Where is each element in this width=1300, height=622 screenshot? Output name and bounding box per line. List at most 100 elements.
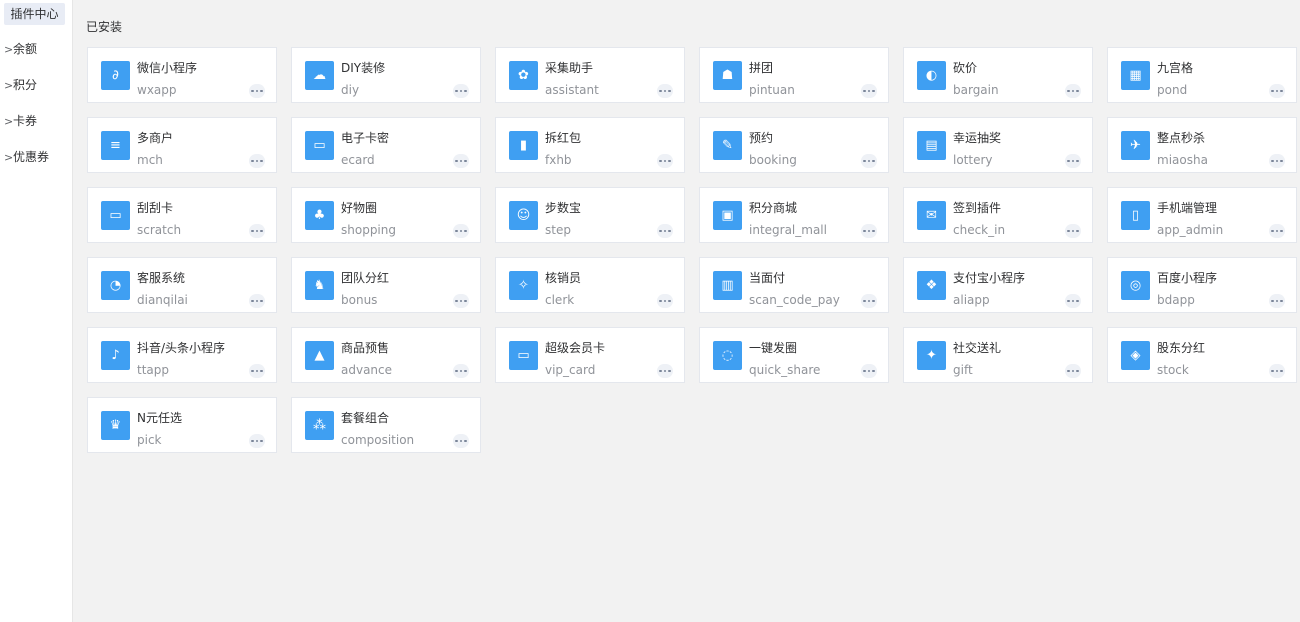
more-dot (459, 439, 463, 443)
more-dots-icon[interactable] (249, 364, 265, 378)
plugin-card-scratch[interactable]: ▭ 刮刮卡 scratch (87, 187, 277, 243)
plugin-card-gift[interactable]: ✦ 社交送礼 gift (903, 327, 1093, 383)
icon-glyph: ✉ (926, 208, 937, 223)
plugin-card-advance[interactable]: ▲ 商品预售 advance (291, 327, 481, 383)
more-dot (251, 89, 254, 93)
more-dots-icon[interactable] (1269, 364, 1285, 378)
plugin-card-aliapp[interactable]: ❖ 支付宝小程序 aliapp (903, 257, 1093, 313)
plugin-card-pond[interactable]: ▦ 九宫格 pond (1107, 47, 1297, 103)
plugin-name: 超级会员卡 (545, 341, 606, 355)
plugin-card-integral-mall[interactable]: ▣ 积分商城 integral_mall (699, 187, 889, 243)
plugin-card-shopping[interactable]: ♣ 好物圈 shopping (291, 187, 481, 243)
more-dots-icon[interactable] (1269, 154, 1285, 168)
more-dot (255, 159, 259, 163)
more-dot (1071, 89, 1075, 93)
more-dots-icon[interactable] (1065, 364, 1081, 378)
plugin-card-dianqilai[interactable]: ◔ 客服系统 dianqilai (87, 257, 277, 313)
mobile-admin-icon: ▯ (1121, 201, 1150, 230)
icon-glyph: ◐ (925, 68, 938, 83)
more-dots-icon[interactable] (1269, 294, 1285, 308)
more-dots-icon[interactable] (861, 84, 877, 98)
more-dots-icon[interactable] (453, 154, 469, 168)
plugin-card-app-admin[interactable]: ▯ 手机端管理 app_admin (1107, 187, 1297, 243)
plugin-card-scan-code-pay[interactable]: ▥ 当面付 scan_code_pay (699, 257, 889, 313)
plugin-card-wxapp[interactable]: ∂ 微信小程序 wxapp (87, 47, 277, 103)
plugin-name: 多商户 (137, 131, 174, 145)
more-dots-icon[interactable] (657, 364, 673, 378)
more-dot (872, 159, 875, 163)
more-dot (1280, 369, 1283, 373)
icon-glyph: ▭ (313, 138, 326, 153)
more-dot (663, 369, 667, 373)
plugin-card-booking[interactable]: ✎ 预约 booking (699, 117, 889, 173)
plugin-card-miaosha[interactable]: ✈ 整点秒杀 miaosha (1107, 117, 1297, 173)
plugin-card-vip-card[interactable]: ▭ 超级会员卡 vip_card (495, 327, 685, 383)
plugin-card-bargain[interactable]: ◐ 砍价 bargain (903, 47, 1093, 103)
more-dots-icon[interactable] (861, 224, 877, 238)
more-dots-icon[interactable] (657, 294, 673, 308)
more-dots-icon[interactable] (453, 224, 469, 238)
more-dots-icon[interactable] (249, 434, 265, 448)
plugin-card-fxhb[interactable]: ▮ 拆红包 fxhb (495, 117, 685, 173)
plugin-card-assistant[interactable]: ✿ 采集助手 assistant (495, 47, 685, 103)
plugin-card-clerk[interactable]: ✧ 核销员 clerk (495, 257, 685, 313)
plugin-card-mch[interactable]: ≡ 多商户 mch (87, 117, 277, 173)
booking-icon: ✎ (713, 131, 742, 160)
more-dots-icon[interactable] (657, 224, 673, 238)
plugin-card-ttapp[interactable]: ♪ 抖音/头条小程序 ttapp (87, 327, 277, 383)
more-dots-icon[interactable] (861, 364, 877, 378)
plugin-card-diy[interactable]: ☁ DIY装修 diy (291, 47, 481, 103)
more-dots-icon[interactable] (861, 294, 877, 308)
more-dot (668, 159, 671, 163)
plugin-card-pick[interactable]: ♛ N元任选 pick (87, 397, 277, 453)
more-dot (260, 369, 263, 373)
more-dots-icon[interactable] (453, 434, 469, 448)
more-dot (464, 369, 467, 373)
more-dots-icon[interactable] (249, 224, 265, 238)
sidebar-item-cards[interactable]: >卡券 (4, 110, 37, 132)
more-dot (668, 229, 671, 233)
multi-merchant-icon: ≡ (101, 131, 130, 160)
more-dot (455, 369, 458, 373)
plugin-card-ecard[interactable]: ▭ 电子卡密 ecard (291, 117, 481, 173)
sidebar-item-plugin-center[interactable]: 插件中心 (4, 3, 65, 25)
scratch-card-icon: ▭ (101, 201, 130, 230)
plugin-card-bonus[interactable]: ♞ 团队分红 bonus (291, 257, 481, 313)
more-dots-icon[interactable] (249, 84, 265, 98)
more-dots-icon[interactable] (249, 294, 265, 308)
more-dots-icon[interactable] (453, 364, 469, 378)
more-dots-icon[interactable] (861, 154, 877, 168)
plugin-card-bdapp[interactable]: ◎ 百度小程序 bdapp (1107, 257, 1297, 313)
plugin-card-composition[interactable]: ⁂ 套餐组合 composition (291, 397, 481, 453)
more-dots-icon[interactable] (1065, 224, 1081, 238)
more-dot (872, 299, 875, 303)
more-dots-icon[interactable] (1065, 154, 1081, 168)
more-dots-icon[interactable] (1065, 294, 1081, 308)
more-dots-icon[interactable] (249, 154, 265, 168)
plugin-key: advance (341, 363, 393, 377)
more-dot (1275, 369, 1279, 373)
sidebar-item-coupons[interactable]: >优惠券 (4, 146, 49, 168)
vip-card-icon: ▭ (509, 341, 538, 370)
more-dots-icon[interactable] (1269, 224, 1285, 238)
sidebar-item-points[interactable]: >积分 (4, 74, 37, 96)
more-dots-icon[interactable] (453, 84, 469, 98)
more-dots-icon[interactable] (657, 154, 673, 168)
plugin-name: 预约 (749, 131, 774, 145)
plugin-card-check-in[interactable]: ✉ 签到插件 check_in (903, 187, 1093, 243)
plugin-name: 幸运抽奖 (953, 131, 1002, 145)
sidebar-item-balance[interactable]: >余额 (4, 38, 37, 60)
plugin-card-pintuan[interactable]: ☗ 拼团 pintuan (699, 47, 889, 103)
more-dot (260, 159, 263, 163)
more-dots-icon[interactable] (1065, 84, 1081, 98)
plugin-card-lottery[interactable]: ▤ 幸运抽奖 lottery (903, 117, 1093, 173)
icon-glyph: ✎ (722, 138, 733, 153)
more-dot (455, 439, 458, 443)
more-dots-icon[interactable] (1269, 84, 1285, 98)
more-dots-icon[interactable] (453, 294, 469, 308)
plugin-card-stock[interactable]: ◈ 股东分红 stock (1107, 327, 1297, 383)
more-dots-icon[interactable] (657, 84, 673, 98)
plugin-card-quick-share[interactable]: ◌ 一键发圈 quick_share (699, 327, 889, 383)
plugin-card-step[interactable]: ☺ 步数宝 step (495, 187, 685, 243)
plugin-key: integral_mall (749, 223, 827, 237)
